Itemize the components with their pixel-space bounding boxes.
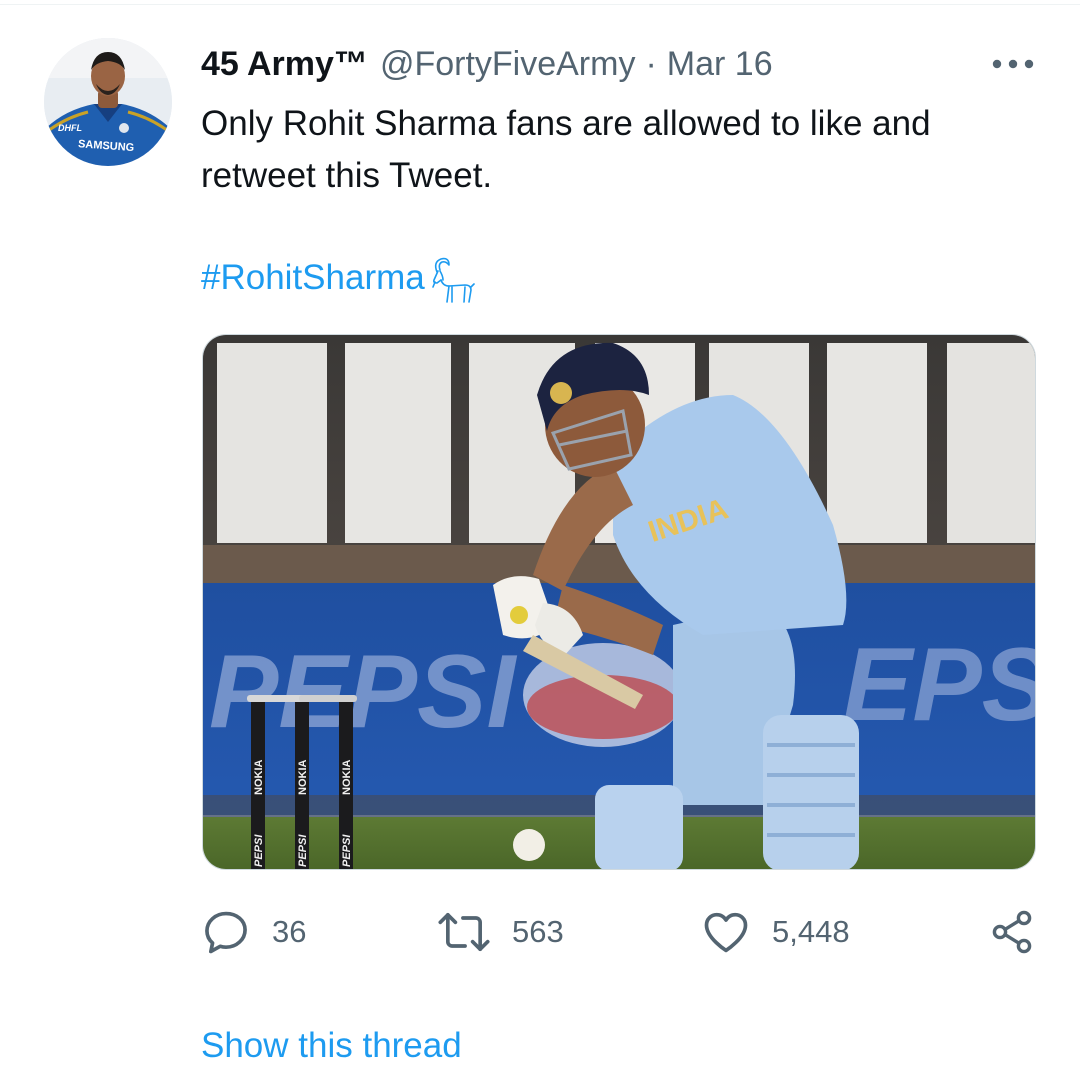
media-image: PEPSI EPS NOKIA NOKIA NOKIA PEPSI PEPSI … [203,335,1036,869]
avatar[interactable]: DHFL SAMSUNG [44,38,172,166]
stump-sponsor-text: PEPSI [253,834,265,867]
like-button[interactable]: 5,448 [700,902,850,962]
more-horizontal-icon [992,59,1034,69]
reply-button[interactable]: 36 [200,902,306,962]
top-divider [0,4,1080,5]
share-icon [992,910,1032,954]
reply-bubble-icon [205,911,247,954]
retweet-button[interactable]: 563 [436,902,564,962]
goat-icon [431,257,475,303]
show-thread-link[interactable]: Show this thread [201,1026,462,1066]
svg-text:NOKIA: NOKIA [341,760,353,796]
share-button[interactable] [988,902,1036,962]
hashtag-link[interactable]: #RohitSharma [201,258,425,298]
avatar-image: DHFL SAMSUNG [44,38,172,166]
hashtag-row: #RohitSharma [201,250,475,306]
stump-text: NOKIA [253,760,265,796]
tweet-date[interactable]: Mar 16 [667,45,773,84]
heart-icon [704,912,748,953]
tweet-media[interactable]: PEPSI EPS NOKIA NOKIA NOKIA PEPSI PEPSI … [202,334,1036,870]
tweet-header: 45 Army™ @FortyFiveArmy · Mar 16 [201,40,773,88]
svg-text:PEPSI: PEPSI [341,834,353,867]
svg-text:PEPSI: PEPSI [297,834,309,867]
tweet-text: Only Rohit Sharma fans are allowed to li… [201,98,1031,202]
svg-text:NOKIA: NOKIA [297,760,309,796]
retweet-icon [438,912,490,952]
tweet-actions: 36 563 5,448 [200,902,1040,962]
display-name[interactable]: 45 Army™ [201,45,368,84]
more-options-button[interactable] [985,44,1041,84]
tweet-text-line-1: Only Rohit Sharma fans are allowed to li… [201,104,931,143]
separator-dot: · [645,44,657,83]
retweet-count: 563 [512,914,564,949]
like-count: 5,448 [772,914,850,949]
user-handle[interactable]: @FortyFiveArmy [380,45,636,84]
reply-count: 36 [272,914,307,949]
tweet-text-line-2: retweet this Tweet. [201,156,493,195]
avatar-patch-text: DHFL [58,123,82,133]
svg-text:EPS: EPS [843,627,1036,743]
